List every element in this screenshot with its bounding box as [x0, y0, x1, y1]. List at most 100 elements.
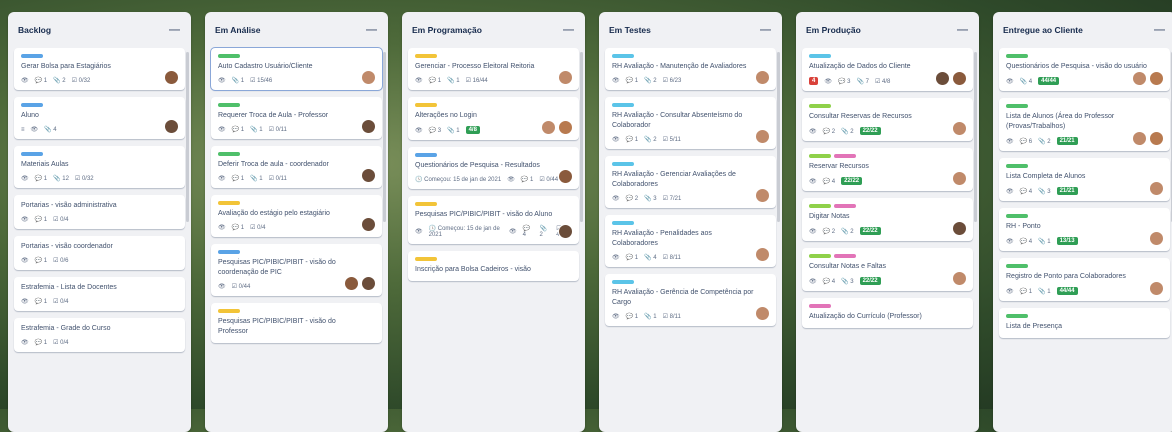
card-label[interactable] — [612, 103, 634, 107]
card-label[interactable] — [1006, 54, 1028, 58]
list-scrollbar[interactable] — [580, 52, 583, 222]
avatar[interactable] — [164, 70, 179, 85]
card[interactable]: Consultar Reservas de Recursos 👁 💬 2 📎 2 22/… — [802, 98, 973, 141]
card-label[interactable] — [612, 162, 634, 166]
card-label[interactable] — [612, 221, 634, 225]
list-title[interactable]: Entregue ao Cliente — [1003, 25, 1083, 35]
avatar[interactable] — [1149, 71, 1164, 86]
avatar[interactable] — [558, 169, 573, 184]
card-label[interactable] — [218, 103, 240, 107]
list-menu-icon[interactable]: — — [957, 24, 969, 36]
avatar[interactable] — [952, 221, 967, 236]
avatar[interactable] — [755, 70, 770, 85]
card-label[interactable] — [612, 280, 634, 284]
card[interactable]: Estrafemia - Lista de Docentes 👁 💬 1 ☑ 0/4 — [14, 277, 185, 311]
card-label[interactable] — [809, 54, 831, 58]
list-scrollbar[interactable] — [777, 52, 780, 222]
avatar[interactable] — [164, 119, 179, 134]
card-label[interactable] — [809, 304, 831, 308]
card[interactable]: Auto Cadastro Usuário/Cliente 👁 📎 1 ☑ 15/46 — [210, 47, 383, 91]
avatar[interactable] — [755, 188, 770, 203]
avatar[interactable] — [1132, 131, 1147, 146]
avatar[interactable] — [952, 71, 967, 86]
avatar[interactable] — [952, 271, 967, 286]
card[interactable]: Lista Completa de Alunos 👁 💬 4 📎 3 21/21 — [999, 158, 1170, 201]
list-scrollbar[interactable] — [383, 52, 386, 222]
card[interactable]: Aluno ≡ 👁 📎 4 — [14, 97, 185, 139]
card[interactable]: Gerar Bolsa para Estagiários 👁 💬 1 📎 2 ☑ 0/3… — [14, 48, 185, 90]
avatar[interactable] — [755, 306, 770, 321]
card[interactable]: RH Avaliação - Gerência de Competência p… — [605, 274, 776, 326]
list-title[interactable]: Backlog — [18, 25, 51, 35]
card-label[interactable] — [218, 152, 240, 156]
list-title[interactable]: Em Análise — [215, 25, 261, 35]
avatar[interactable] — [558, 120, 573, 135]
card-label[interactable] — [21, 103, 43, 107]
avatar[interactable] — [361, 119, 376, 134]
card[interactable]: Pesquisas PIC/PIBIC/PIBIT - visão do Pro… — [211, 303, 382, 343]
list-menu-icon[interactable]: — — [760, 24, 772, 36]
card[interactable]: Pesquisas PIC/PIBIC/PIBIT - visão do coo… — [211, 244, 382, 296]
card-label[interactable] — [834, 204, 856, 208]
list-menu-icon[interactable]: — — [366, 24, 378, 36]
card-label[interactable] — [218, 54, 240, 58]
card[interactable]: RH Avaliação - Penalidades aos Colaborad… — [605, 215, 776, 267]
card-label[interactable] — [1006, 104, 1028, 108]
card-label[interactable] — [834, 254, 856, 258]
avatar[interactable] — [952, 171, 967, 186]
avatar[interactable] — [1149, 181, 1164, 196]
avatar[interactable] — [344, 276, 359, 291]
card-label[interactable] — [1006, 264, 1028, 268]
card[interactable]: Gerenciar - Processo Eleitoral Reitoria 👁… — [408, 48, 579, 90]
list-menu-icon[interactable]: — — [563, 24, 575, 36]
card-label[interactable] — [218, 201, 240, 205]
card[interactable]: RH - Ponto 👁 💬 4 📎 1 13/13 — [999, 208, 1170, 251]
avatar[interactable] — [952, 121, 967, 136]
card[interactable]: Questionários de Pesquisa - visão do usu… — [999, 48, 1170, 91]
card-label[interactable] — [809, 254, 831, 258]
card[interactable]: Consultar Notas e Faltas 👁 💬 4 📎 3 22/22 — [802, 248, 973, 291]
avatar[interactable] — [1132, 71, 1147, 86]
card-label[interactable] — [21, 152, 43, 156]
card-label[interactable] — [415, 103, 437, 107]
card[interactable]: Inscrição para Bolsa Cadeiros - visão — [408, 251, 579, 281]
avatar[interactable] — [755, 247, 770, 262]
card-label[interactable] — [415, 153, 437, 157]
card[interactable]: Alterações no Login 👁 💬 3 📎 1 4/8 — [408, 97, 579, 140]
card-label[interactable] — [415, 54, 437, 58]
avatar[interactable] — [558, 70, 573, 85]
card[interactable]: Registro de Ponto para Colaboradores 👁 💬 1… — [999, 258, 1170, 301]
card[interactable]: Avaliação do estágio pelo estagiário 👁 💬 1… — [211, 195, 382, 237]
avatar[interactable] — [755, 129, 770, 144]
card[interactable]: Lista de Alunos (Área do Professor (Prov… — [999, 98, 1170, 151]
card-label[interactable] — [809, 104, 831, 108]
avatar[interactable] — [558, 224, 573, 239]
card-label[interactable] — [415, 257, 437, 261]
card[interactable]: Portarias - visão administrativa 👁 💬 1 ☑ 0/… — [14, 195, 185, 229]
card[interactable]: RH Avaliação - Consultar Absenteísmo do … — [605, 97, 776, 149]
avatar[interactable] — [361, 70, 376, 85]
card[interactable]: Pesquisas PIC/PIBIC/PIBIT - visão do Alu… — [408, 196, 579, 244]
card-label[interactable] — [21, 54, 43, 58]
card[interactable]: Digitar Notas 👁 💬 2 📎 2 22/22 — [802, 198, 973, 241]
card[interactable]: Atualização de Dados do Cliente 4 👁 💬 3 📎 7 ☑… — [802, 48, 973, 91]
avatar[interactable] — [541, 120, 556, 135]
card-label[interactable] — [612, 54, 634, 58]
avatar[interactable] — [1149, 281, 1164, 296]
list-title[interactable]: Em Testes — [609, 25, 651, 35]
list-menu-icon[interactable]: — — [169, 24, 181, 36]
list-scrollbar[interactable] — [974, 52, 977, 222]
card-label[interactable] — [218, 250, 240, 254]
card[interactable]: Portarias - visão coordenador 👁 💬 1 ☑ 0/6 — [14, 236, 185, 270]
card[interactable]: Estrafemia - Grade do Curso 👁 💬 1 ☑ 0/4 — [14, 318, 185, 352]
card[interactable]: Atualização do Currículo (Professor) — [802, 298, 973, 328]
card[interactable]: Requerer Troca de Aula - Professor 👁 💬 1 📎 … — [211, 97, 382, 139]
avatar[interactable] — [1149, 231, 1164, 246]
card[interactable]: RH Avaliação - Manutenção de Avaliadores… — [605, 48, 776, 90]
card-label[interactable] — [415, 202, 437, 206]
avatar[interactable] — [935, 71, 950, 86]
avatar[interactable] — [361, 276, 376, 291]
card-label[interactable] — [1006, 314, 1028, 318]
card[interactable]: Lista de Presença — [999, 308, 1170, 338]
card-label[interactable] — [218, 309, 240, 313]
